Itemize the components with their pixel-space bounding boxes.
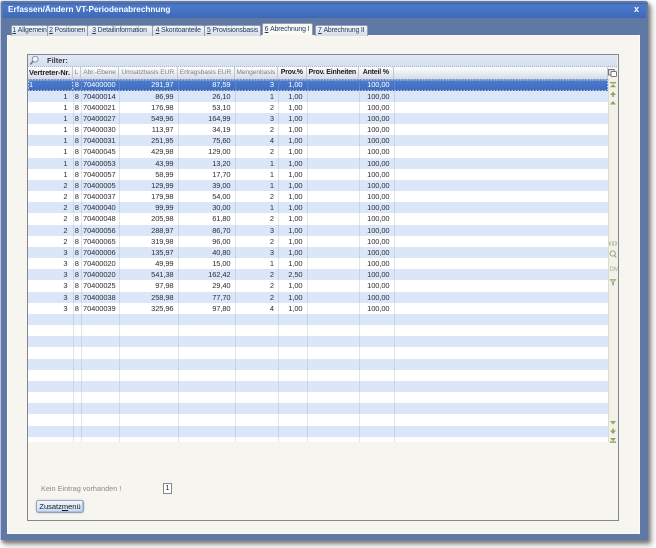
svg-text:DM: DM <box>609 267 618 273</box>
